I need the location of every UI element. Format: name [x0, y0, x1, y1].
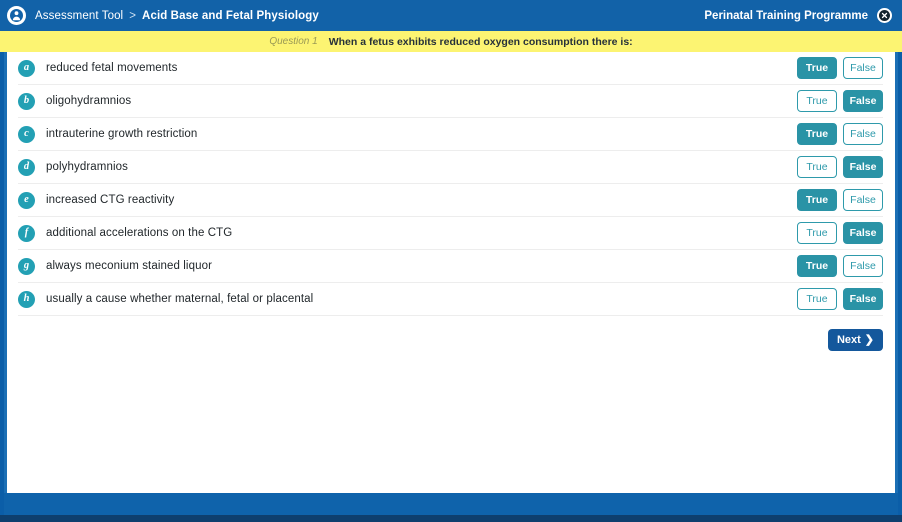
option-text: usually a cause whether maternal, fetal …: [46, 293, 314, 305]
true-false-group: True False: [797, 222, 883, 244]
true-false-group: True False: [797, 255, 883, 277]
question-content-panel: a reduced fetal movements True False b o…: [4, 52, 898, 493]
answer-row: a reduced fetal movements True False: [18, 52, 883, 85]
answer-row: e increased CTG reactivity True False: [18, 184, 883, 217]
header-right-group: Perinatal Training Programme: [704, 8, 892, 23]
option-letter-badge: d: [18, 158, 35, 176]
option-letter-badge: h: [18, 290, 35, 308]
option-true-button[interactable]: True: [797, 90, 837, 112]
option-text: oligohydramnios: [46, 95, 132, 107]
option-letter-badge: g: [18, 257, 35, 275]
option-true-button[interactable]: True: [797, 156, 837, 178]
true-false-group: True False: [797, 57, 883, 79]
option-letter-badge: e: [18, 191, 35, 209]
option-text: polyhydramnios: [46, 161, 128, 173]
chevron-right-icon: ❯: [864, 333, 874, 346]
true-false-group: True False: [797, 123, 883, 145]
true-false-group: True False: [797, 189, 883, 211]
answer-row: c intrauterine growth restriction True F…: [18, 118, 883, 151]
option-false-button[interactable]: False: [843, 57, 883, 79]
next-button-label: Next: [836, 333, 861, 346]
question-banner: Question 1 When a fetus exhibits reduced…: [0, 31, 902, 52]
answer-row: f additional accelerations on the CTG Tr…: [18, 217, 883, 250]
option-false-button[interactable]: False: [843, 189, 883, 211]
option-true-button[interactable]: True: [797, 288, 837, 310]
option-true-button[interactable]: True: [797, 222, 837, 244]
footer-edge-strip: [0, 515, 902, 522]
option-false-button[interactable]: False: [843, 90, 883, 112]
option-letter-badge: b: [18, 92, 35, 110]
breadcrumb-current: Acid Base and Fetal Physiology: [142, 9, 319, 22]
option-letter-badge: a: [18, 59, 35, 77]
true-false-group: True False: [797, 288, 883, 310]
close-icon[interactable]: [877, 8, 892, 23]
option-text: always meconium stained liquor: [46, 260, 212, 272]
question-number: Question 1: [269, 36, 318, 47]
assessment-tool-window: Assessment Tool > Acid Base and Fetal Ph…: [0, 0, 902, 522]
perinatal-badge-icon: [7, 6, 26, 25]
answer-row: d polyhydramnios True False: [18, 151, 883, 184]
option-false-button[interactable]: False: [843, 288, 883, 310]
option-text: intrauterine growth restriction: [46, 128, 198, 140]
option-text: additional accelerations on the CTG: [46, 227, 233, 239]
answer-row: b oligohydramnios True False: [18, 85, 883, 118]
option-true-button[interactable]: True: [797, 255, 837, 277]
app-header: Assessment Tool > Acid Base and Fetal Ph…: [0, 0, 902, 31]
next-button[interactable]: Next ❯: [827, 329, 883, 351]
option-letter-badge: c: [18, 125, 35, 143]
true-false-group: True False: [797, 156, 883, 178]
breadcrumb: Assessment Tool > Acid Base and Fetal Ph…: [35, 10, 319, 22]
breadcrumb-root[interactable]: Assessment Tool: [35, 10, 123, 22]
true-false-group: True False: [797, 90, 883, 112]
option-false-button[interactable]: False: [843, 255, 883, 277]
next-button-row: Next ❯: [7, 316, 895, 351]
answer-row: g always meconium stained liquor True Fa…: [18, 250, 883, 283]
answer-list: a reduced fetal movements True False b o…: [7, 52, 895, 316]
breadcrumb-separator: >: [129, 9, 137, 22]
footer-bar: [4, 493, 898, 515]
option-false-button[interactable]: False: [843, 123, 883, 145]
option-true-button[interactable]: True: [797, 123, 837, 145]
option-text: increased CTG reactivity: [46, 194, 175, 206]
option-letter-badge: f: [18, 224, 35, 242]
programme-title: Perinatal Training Programme: [704, 9, 868, 22]
option-true-button[interactable]: True: [797, 57, 837, 79]
question-text: When a fetus exhibits reduced oxygen con…: [328, 35, 633, 48]
option-false-button[interactable]: False: [843, 156, 883, 178]
answer-row: h usually a cause whether maternal, feta…: [18, 283, 883, 316]
option-false-button[interactable]: False: [843, 222, 883, 244]
option-true-button[interactable]: True: [797, 189, 837, 211]
option-text: reduced fetal movements: [46, 62, 178, 74]
